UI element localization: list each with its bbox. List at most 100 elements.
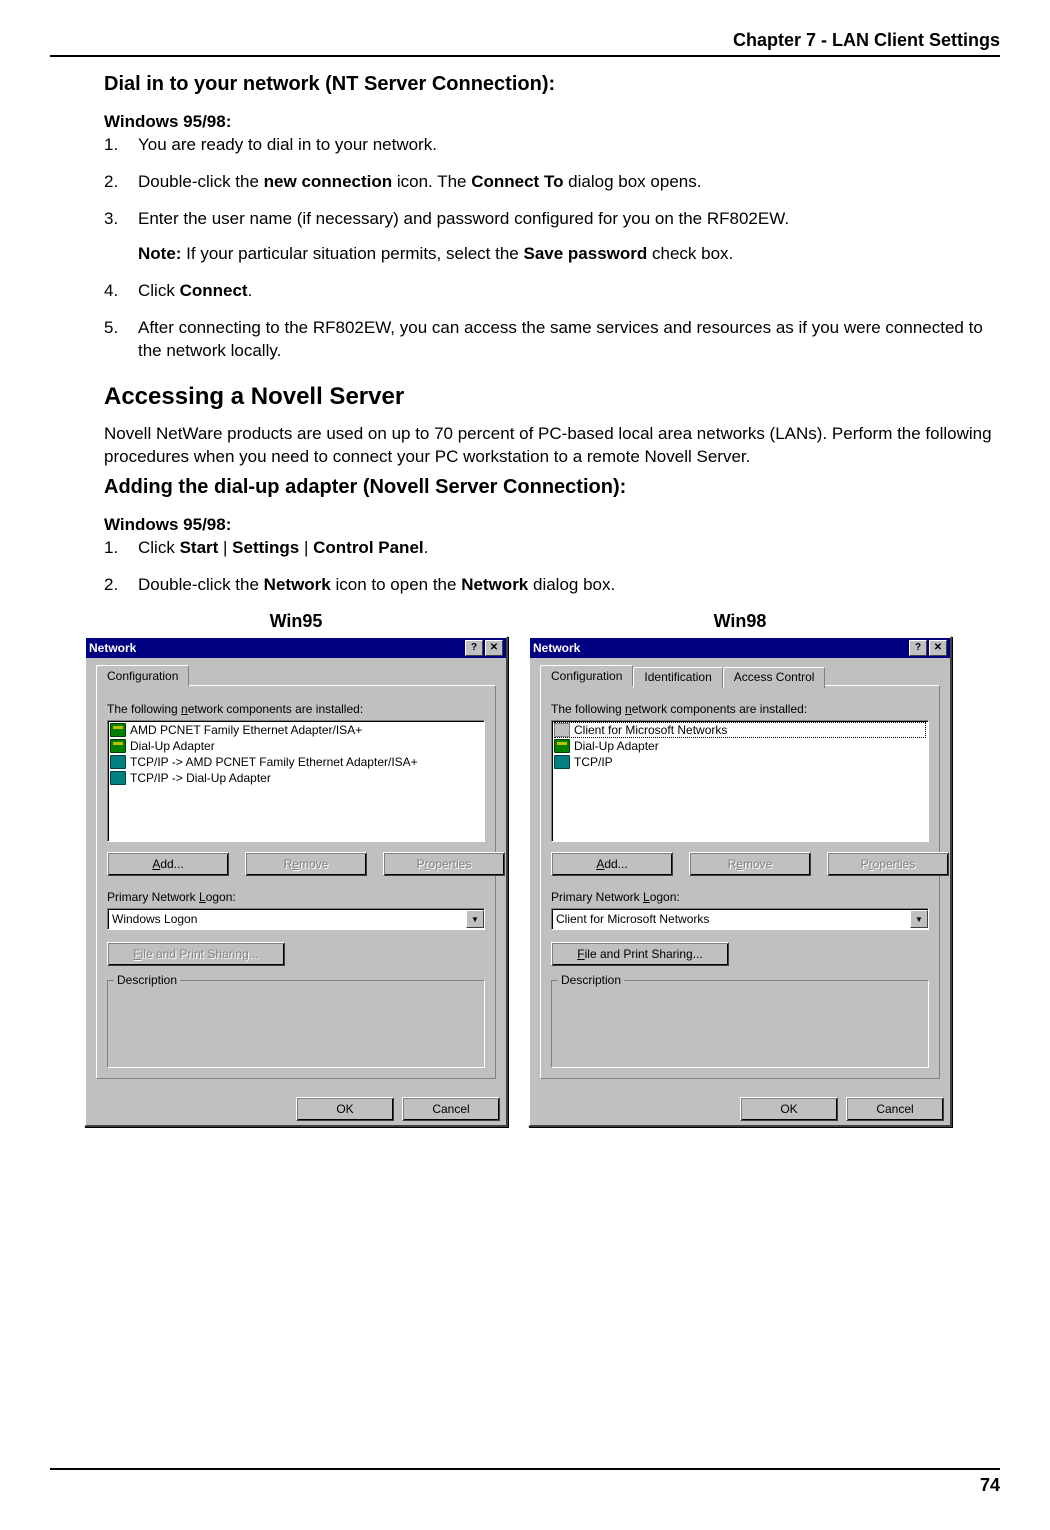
pl-u-98: L xyxy=(643,890,650,904)
components-list-win98[interactable]: Client for Microsoft Networks Dial-Up Ad… xyxy=(551,720,929,842)
fp-u-98: F xyxy=(577,947,584,961)
primary-logon-dropdown-win95[interactable]: Windows Logon ▼ xyxy=(107,908,485,930)
file-print-sharing-button-win98[interactable]: File and Print Sharing... xyxy=(551,942,729,966)
close-icon[interactable]: ✕ xyxy=(485,640,503,656)
step-2-bold-connect-to: Connect To xyxy=(471,172,563,191)
step-3-text: Enter the user name (if necessary) and p… xyxy=(138,209,789,228)
titlebar-win95[interactable]: Network ? ✕ xyxy=(86,638,506,658)
cl-u-95: n xyxy=(181,702,188,716)
primary-logon-value-win98: Client for Microsoft Networks xyxy=(556,912,910,926)
cl-u-98: n xyxy=(625,702,632,716)
a1-pipe2: | xyxy=(299,538,313,557)
chevron-down-icon[interactable]: ▼ xyxy=(910,910,928,928)
cl-pre-98: The following xyxy=(551,702,625,716)
a1-start: Start xyxy=(180,538,219,557)
dial-in-heading: Dial in to your network (NT Server Conne… xyxy=(104,73,1000,96)
description-group-win95: Description xyxy=(107,980,485,1068)
rem-post-98: move xyxy=(743,857,772,871)
tab-access-control-win98[interactable]: Access Control xyxy=(723,667,826,688)
dialog-title-win98: Network xyxy=(533,641,907,655)
list-item[interactable]: Client for Microsoft Networks xyxy=(554,722,926,738)
list-item[interactable]: Dial-Up Adapter xyxy=(554,738,926,754)
a1-period: . xyxy=(424,538,429,557)
primary-logon-dropdown-win98[interactable]: Client for Microsoft Networks ▼ xyxy=(551,908,929,930)
properties-button-win95[interactable]: Properties xyxy=(383,852,505,876)
description-group-win98: Description xyxy=(551,980,929,1068)
help-icon[interactable]: ? xyxy=(465,640,483,656)
step-1: You are ready to dial in to your network… xyxy=(104,134,1000,157)
pl-pre-98: Primary Network xyxy=(551,890,643,904)
novell-paragraph: Novell NetWare products are used on up t… xyxy=(104,423,1000,469)
footer-rule xyxy=(50,1468,1000,1470)
list-item-text: Client for Microsoft Networks xyxy=(574,723,727,737)
note-label: Note: xyxy=(138,244,181,263)
fp-post-95: ile and Print Sharing... xyxy=(141,947,259,961)
dialog-title-win95: Network xyxy=(89,641,463,655)
step-2-bold-new-connection: new connection xyxy=(264,172,392,191)
primary-logon-label-win98: Primary Network Logon: xyxy=(551,890,929,904)
chevron-down-icon[interactable]: ▼ xyxy=(466,910,484,928)
a2-e: dialog box. xyxy=(528,575,615,594)
list-item-text: AMD PCNET Family Ethernet Adapter/ISA+ xyxy=(130,723,362,737)
step-3: Enter the user name (if necessary) and p… xyxy=(104,208,1000,266)
step-2-text-c: icon. The xyxy=(392,172,471,191)
protocol-icon xyxy=(110,755,126,769)
list-item[interactable]: TCP/IP xyxy=(554,754,926,770)
list-item[interactable]: TCP/IP -> Dial-Up Adapter xyxy=(110,770,482,786)
caption-win98: Win98 xyxy=(714,611,767,632)
description-label-win95: Description xyxy=(114,973,180,987)
adapter-icon xyxy=(110,739,126,753)
cancel-button-win95[interactable]: Cancel xyxy=(402,1097,500,1121)
list-item-text: TCP/IP -> Dial-Up Adapter xyxy=(130,771,271,785)
network-dialog-win98: Network ? ✕ Configuration Identification… xyxy=(528,636,952,1127)
list-item[interactable]: TCP/IP -> AMD PCNET Family Ethernet Adap… xyxy=(110,754,482,770)
step-2-text-e: dialog box opens. xyxy=(563,172,701,191)
step-2-text-a: Double-click the xyxy=(138,172,264,191)
adapter-icon xyxy=(554,739,570,753)
pl-post-98: ogon: xyxy=(650,890,680,904)
properties-button-win98[interactable]: Properties xyxy=(827,852,949,876)
step-4-text-c: . xyxy=(248,281,253,300)
a1-control-panel: Control Panel xyxy=(313,538,424,557)
rem-post: move xyxy=(299,857,328,871)
note-text-c: check box. xyxy=(647,244,733,263)
protocol-icon xyxy=(554,755,570,769)
tab-configuration-win98[interactable]: Configuration xyxy=(540,665,633,686)
cl-pre-95: The following xyxy=(107,702,181,716)
add-button-win95[interactable]: Add... xyxy=(107,852,229,876)
rem-u-98: e xyxy=(736,857,743,871)
rem-u: e xyxy=(292,857,299,871)
step-2: Double-click the new connection icon. Th… xyxy=(104,171,1000,194)
list-item-text: Dial-Up Adapter xyxy=(130,739,215,753)
add-button-win98[interactable]: Add... xyxy=(551,852,673,876)
fp-u-95: F xyxy=(133,947,140,961)
list-item-text: TCP/IP xyxy=(574,755,613,769)
cancel-button-win98[interactable]: Cancel xyxy=(846,1097,944,1121)
caption-win95: Win95 xyxy=(270,611,323,632)
client-icon xyxy=(554,723,570,737)
os-label-win9598-1: Windows 95/98: xyxy=(104,112,1000,132)
close-icon[interactable]: ✕ xyxy=(929,640,947,656)
rem-pre: R xyxy=(284,857,293,871)
tab-configuration-win95[interactable]: Configuration xyxy=(96,665,189,686)
tab-identification-win98[interactable]: Identification xyxy=(633,667,722,688)
cl-post-95: etwork components are installed: xyxy=(188,702,363,716)
components-list-win95[interactable]: AMD PCNET Family Ethernet Adapter/ISA+ D… xyxy=(107,720,485,842)
adapter-step-2: Double-click the Network icon to open th… xyxy=(104,574,1000,597)
help-icon[interactable]: ? xyxy=(909,640,927,656)
adapter-heading: Adding the dial-up adapter (Novell Serve… xyxy=(104,476,1000,499)
step-4: Click Connect. xyxy=(104,280,1000,303)
a2-network1: Network xyxy=(264,575,331,594)
remove-button-win95[interactable]: Remove xyxy=(245,852,367,876)
titlebar-win98[interactable]: Network ? ✕ xyxy=(530,638,950,658)
ok-button-win98[interactable]: OK xyxy=(740,1097,838,1121)
remove-button-win98[interactable]: Remove xyxy=(689,852,811,876)
a1-settings: Settings xyxy=(232,538,299,557)
file-print-sharing-button-win95[interactable]: File and Print Sharing... xyxy=(107,942,285,966)
list-item[interactable]: AMD PCNET Family Ethernet Adapter/ISA+ xyxy=(110,722,482,738)
list-item[interactable]: Dial-Up Adapter xyxy=(110,738,482,754)
ok-button-win95[interactable]: OK xyxy=(296,1097,394,1121)
prop-post: operties xyxy=(429,857,472,871)
rem-pre-98: R xyxy=(728,857,737,871)
os-label-win9598-2: Windows 95/98: xyxy=(104,515,1000,535)
